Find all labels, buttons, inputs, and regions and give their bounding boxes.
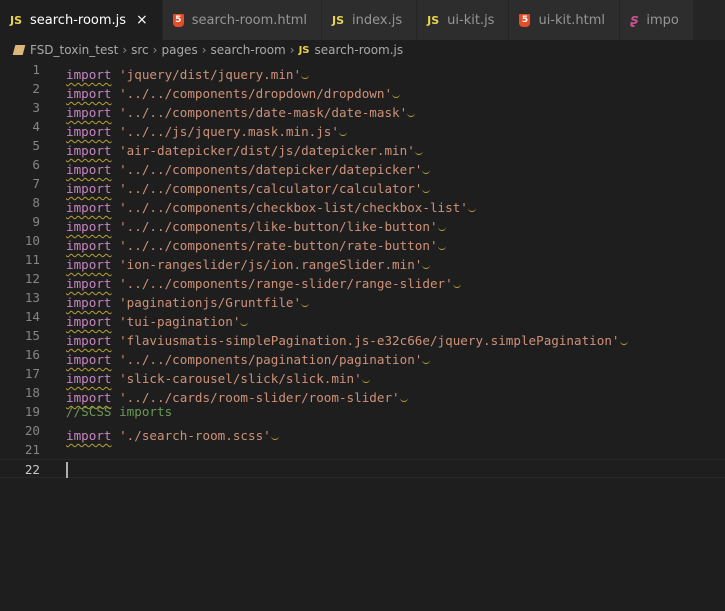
warning-squiggle bbox=[467, 193, 476, 212]
tab-label: index.js bbox=[352, 12, 403, 28]
breadcrumb-search-room[interactable]: search-room bbox=[211, 43, 286, 57]
warning-squiggle bbox=[338, 117, 347, 136]
warning-squiggle bbox=[399, 383, 408, 402]
code-line[interactable]: 3 import '../../components/date-mask/date… bbox=[0, 98, 725, 120]
chevron-right-icon: › bbox=[201, 43, 207, 57]
line-number: 13 bbox=[24, 290, 40, 305]
warning-squiggle bbox=[407, 98, 416, 117]
code-line[interactable]: 20 import './search-room.scss' bbox=[0, 421, 725, 443]
breadcrumb: FSD_toxin_test › src › pages › search-ro… bbox=[0, 40, 725, 60]
line-number: 10 bbox=[24, 233, 40, 248]
line-number: 3 bbox=[32, 100, 40, 115]
line-number: 7 bbox=[32, 176, 40, 191]
warning-squiggle bbox=[437, 212, 446, 231]
tab-label: search-room.html bbox=[191, 12, 308, 28]
line-number: 22 bbox=[24, 462, 40, 477]
line-number: 9 bbox=[32, 214, 40, 229]
tab-index-js[interactable]: JS index.js bbox=[322, 0, 418, 40]
code-line[interactable]: 17 import 'slick-carousel/slick/slick.min… bbox=[0, 364, 725, 386]
tab-search-room-js[interactable]: JS search-room.js × bbox=[0, 0, 163, 40]
code-line[interactable]: 4 import '../../js/jquery.mask.min.js' bbox=[0, 117, 725, 139]
code-editor[interactable]: 1 import 'jquery/dist/jquery.min' 2 import … bbox=[0, 60, 725, 611]
code-line[interactable]: 14 import 'tui-pagination' bbox=[0, 307, 725, 329]
line-number: 20 bbox=[24, 423, 40, 438]
text-cursor bbox=[66, 462, 68, 478]
code-line[interactable]: 22 bbox=[0, 459, 725, 478]
code-line[interactable]: 7 import '../../components/calculator/cal… bbox=[0, 174, 725, 196]
warning-squiggle bbox=[437, 231, 446, 250]
warning-squiggle bbox=[422, 174, 431, 193]
code-line[interactable]: 2 import '../../components/dropdown/dropd… bbox=[0, 79, 725, 101]
javascript-file-icon: JS bbox=[298, 44, 310, 56]
warning-squiggle bbox=[619, 326, 628, 345]
code-line[interactable]: 15 import 'flaviusmatis-simplePagination.… bbox=[0, 326, 725, 348]
breadcrumb-project[interactable]: FSD_toxin_test bbox=[30, 43, 118, 57]
tab-label: search-room.js bbox=[30, 12, 127, 28]
tab-label: ui-kit.js bbox=[447, 12, 495, 28]
tab-ui-kit-js[interactable]: JS ui-kit.js bbox=[417, 0, 510, 40]
warning-squiggle bbox=[414, 136, 423, 155]
code-line[interactable]: 16 import '../../components/pagination/pa… bbox=[0, 345, 725, 367]
breadcrumb-src[interactable]: src bbox=[131, 43, 149, 57]
html-file-icon: 5 bbox=[172, 13, 184, 27]
warning-squiggle bbox=[270, 421, 279, 440]
javascript-file-icon: JS bbox=[10, 13, 23, 27]
comment-token: //SCSS imports bbox=[66, 404, 173, 419]
warning-squiggle bbox=[422, 345, 431, 364]
line-number: 14 bbox=[24, 309, 40, 324]
tab-label: ui-kit.html bbox=[538, 12, 605, 28]
tab-scss-file[interactable]: ʂ impo bbox=[619, 0, 694, 40]
code-text: //SCSS imports bbox=[66, 402, 172, 421]
code-line[interactable]: 11 import 'ion-rangeslider/js/ion.rangeSl… bbox=[0, 250, 725, 272]
code-line[interactable]: 12 import '../../components/range-slider/… bbox=[0, 269, 725, 291]
warning-squiggle bbox=[361, 364, 370, 383]
close-tab-icon[interactable]: × bbox=[136, 12, 148, 28]
warning-squiggle bbox=[452, 269, 461, 288]
warning-squiggle bbox=[422, 155, 431, 174]
code-line[interactable]: 18 import '../../cards/room-slider/room-s… bbox=[0, 383, 725, 405]
code-line[interactable]: 6 import '../../components/datepicker/dat… bbox=[0, 155, 725, 177]
line-number: 2 bbox=[32, 81, 40, 96]
tab-search-room-html[interactable]: 5 search-room.html bbox=[162, 0, 323, 40]
line-number: 18 bbox=[24, 385, 40, 400]
warning-squiggle bbox=[422, 250, 431, 269]
code-line[interactable]: 5 import 'air-datepicker/dist/js/datepick… bbox=[0, 136, 725, 158]
chevron-right-icon: › bbox=[289, 43, 295, 57]
code-line[interactable]: 13 import 'paginationjs/Gruntfile' bbox=[0, 288, 725, 310]
breadcrumb-pages[interactable]: pages bbox=[161, 43, 197, 57]
code-line[interactable]: 8 import '../../components/checkbox-list/… bbox=[0, 193, 725, 215]
warning-squiggle bbox=[301, 60, 310, 79]
line-number: 21 bbox=[24, 442, 40, 457]
breadcrumb-file[interactable]: search-room.js bbox=[315, 43, 404, 57]
tab-ui-kit-html[interactable]: 5 ui-kit.html bbox=[509, 0, 620, 40]
chevron-right-icon: › bbox=[122, 43, 128, 57]
folder-icon bbox=[12, 45, 26, 55]
code-line[interactable]: 21 bbox=[0, 440, 725, 459]
line-number: 6 bbox=[32, 157, 40, 172]
scss-file-icon: ʂ bbox=[629, 12, 639, 28]
line-number: 11 bbox=[24, 252, 40, 267]
line-number: 5 bbox=[32, 138, 40, 153]
line-number: 16 bbox=[24, 347, 40, 362]
code-line[interactable]: 10 import '../../components/rate-button/r… bbox=[0, 231, 725, 253]
warning-squiggle bbox=[301, 288, 310, 307]
line-number: 19 bbox=[24, 404, 40, 419]
warning-squiggle bbox=[240, 307, 249, 326]
javascript-file-icon: JS bbox=[427, 13, 440, 27]
tab-label: impo bbox=[646, 12, 679, 28]
html-file-icon: 5 bbox=[519, 13, 531, 27]
chevron-right-icon: › bbox=[152, 43, 158, 57]
code-line[interactable]: 1 import 'jquery/dist/jquery.min' bbox=[0, 60, 725, 82]
editor-tab-bar: JS search-room.js × 5 search-room.html J… bbox=[0, 0, 725, 40]
line-number: 4 bbox=[32, 119, 40, 134]
line-number: 15 bbox=[24, 328, 40, 343]
code-line[interactable]: 9 import '../../components/like-button/li… bbox=[0, 212, 725, 234]
line-number: 12 bbox=[24, 271, 40, 286]
javascript-file-icon: JS bbox=[332, 13, 345, 27]
code-line[interactable]: 19 //SCSS imports bbox=[0, 402, 725, 421]
warning-squiggle bbox=[392, 79, 401, 98]
line-number: 17 bbox=[24, 366, 40, 381]
line-number: 1 bbox=[32, 62, 40, 77]
line-number: 8 bbox=[32, 195, 40, 210]
